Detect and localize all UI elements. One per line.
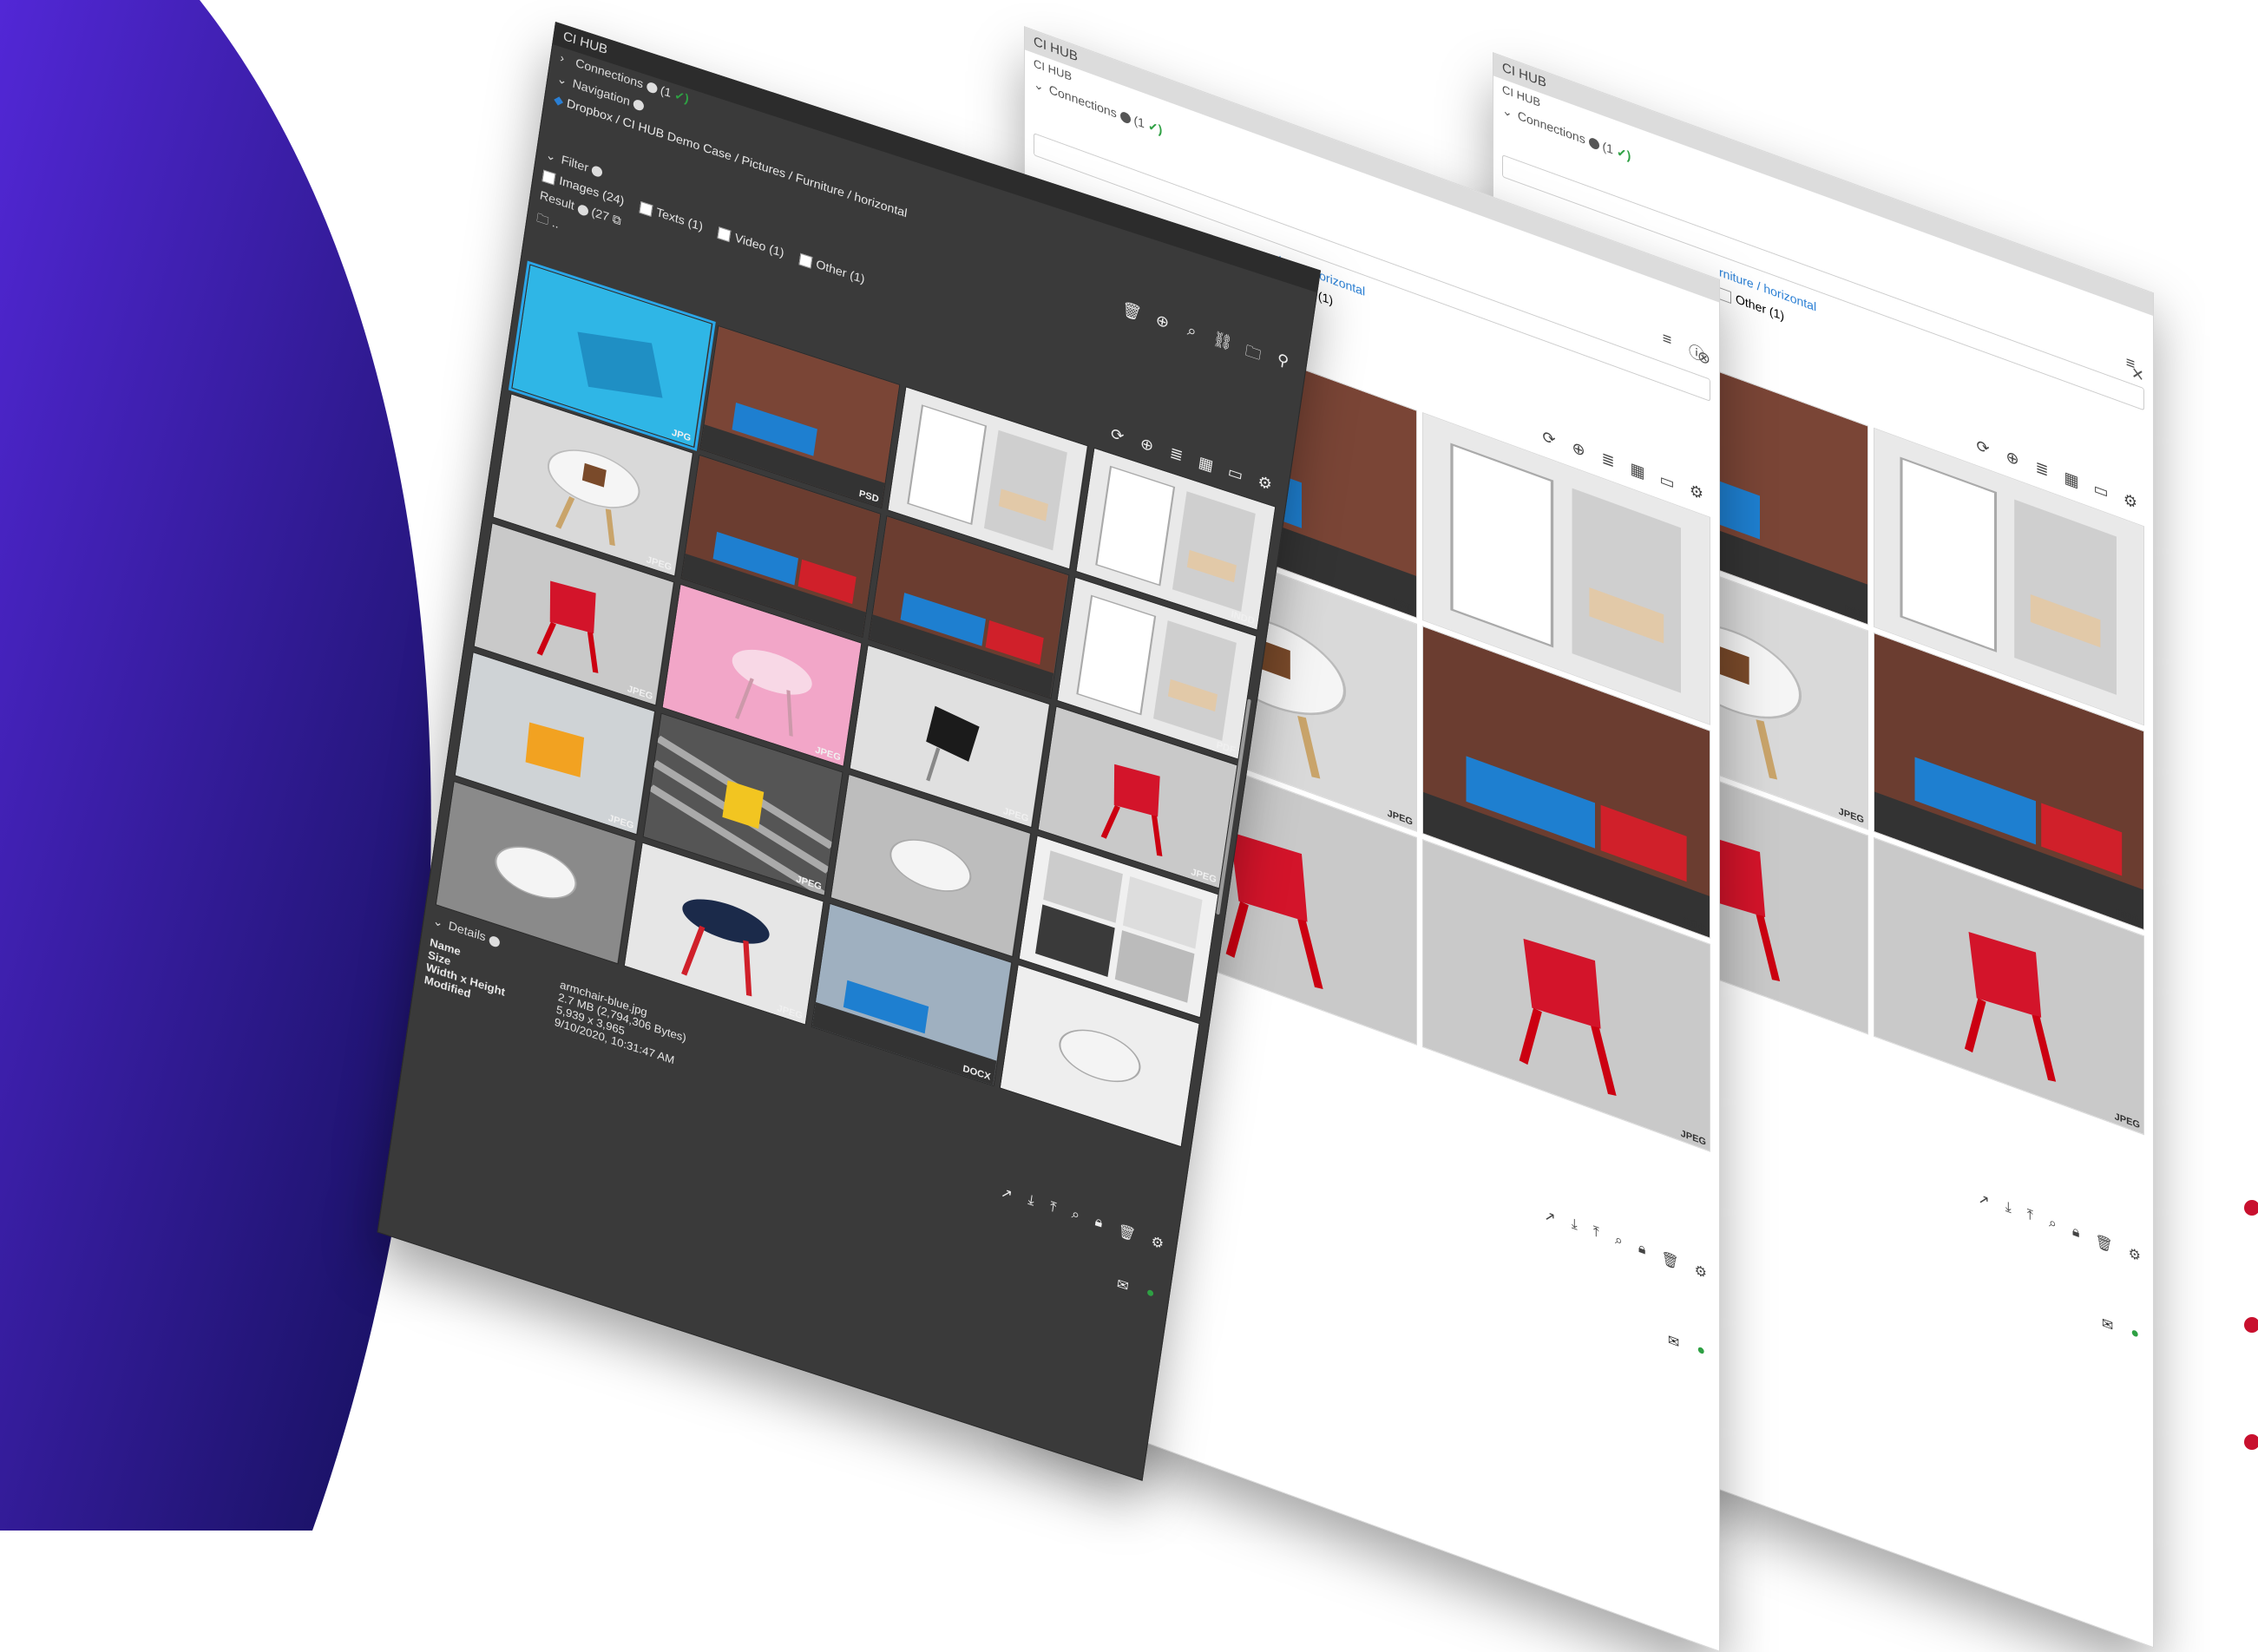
connections-count: (1 [1602, 139, 1613, 157]
user-icon[interactable]: ● [1145, 1285, 1155, 1304]
gear-icon[interactable]: ⚙ [2122, 489, 2139, 514]
mail-icon[interactable]: ✉ [2102, 1314, 2113, 1336]
lock-icon[interactable]: 🔒︎ [2072, 1223, 2080, 1243]
refresh-icon[interactable]: ⟳ [1974, 436, 1992, 460]
upload-icon[interactable]: ⤒ [2027, 1207, 2033, 1227]
mail-icon[interactable]: ✉ [1668, 1331, 1679, 1353]
gear-icon[interactable]: ⚙ [2129, 1244, 2141, 1266]
list-view-icon[interactable]: ≣ [1599, 449, 1617, 473]
info-icon: i [590, 165, 603, 179]
add-icon[interactable]: ⊕ [2004, 447, 2021, 471]
info-icon: i [646, 81, 658, 95]
add-icon[interactable]: ⊕ [1137, 434, 1157, 457]
add-icon[interactable]: ⊕ [1570, 437, 1587, 462]
checkbox[interactable] [798, 253, 813, 269]
upload-icon[interactable]: ⤒ [1048, 1200, 1057, 1218]
folder-icon: 🗀 [535, 210, 550, 228]
checkbox[interactable] [639, 201, 653, 218]
zoom-icon[interactable]: ⌕ [1615, 1232, 1623, 1252]
user-icon[interactable]: ● [1697, 1341, 1705, 1362]
info-icon: i [488, 934, 501, 948]
copy-icon[interactable]: ⧉ [612, 212, 622, 228]
list-view-icon[interactable]: ≣ [2033, 457, 2051, 482]
zoom-icon[interactable]: ⌕ [2049, 1216, 2057, 1236]
info-icon: i [1588, 136, 1599, 151]
lock-icon[interactable]: 🔒︎ [1638, 1241, 1646, 1261]
open-external-icon[interactable]: ↗ [1978, 1190, 1989, 1211]
connections-check: ✓) [1616, 143, 1631, 163]
trash-icon[interactable]: 🗑︎ [2095, 1232, 2112, 1255]
trash-icon[interactable]: 🗑︎ [1119, 300, 1143, 331]
parent-folder-label: .. [551, 215, 561, 232]
checkbox[interactable] [717, 226, 732, 243]
info-icon: i [576, 203, 589, 217]
chevron-down-icon: ⌄ [555, 71, 568, 88]
info-icon: i [1119, 110, 1131, 125]
open-external-icon[interactable]: ↗ [1000, 1183, 1014, 1203]
zoom-icon[interactable]: ⌕ [1070, 1207, 1080, 1226]
dropbox-icon: ◆ [553, 91, 565, 108]
search-icon[interactable]: ⚲ [1272, 350, 1293, 380]
gear-icon[interactable]: ⚙ [1695, 1262, 1707, 1283]
gear-icon[interactable]: ⚙ [1255, 472, 1275, 495]
connections-count: (1 [1133, 113, 1145, 131]
lock-icon[interactable]: 🔒︎ [1093, 1215, 1104, 1234]
gear-icon[interactable]: ⚙ [1150, 1233, 1165, 1254]
card-view-icon[interactable]: ▭ [2092, 479, 2110, 503]
refresh-icon[interactable]: ⟳ [1107, 424, 1127, 448]
zoom-icon[interactable]: ⌕ [1181, 320, 1202, 351]
download-icon[interactable]: ⤓ [1572, 1216, 1578, 1236]
list-view-icon[interactable]: ≣ [1166, 443, 1186, 467]
connections-check: ✓) [673, 87, 690, 106]
close-icon[interactable]: ✕ [2131, 364, 2144, 386]
connections-check: ✓) [1147, 117, 1163, 137]
chevron-right-icon: › [559, 50, 566, 65]
open-external-icon[interactable]: ↗ [1544, 1206, 1555, 1228]
chevron-down-icon: ⌄ [431, 913, 444, 930]
result-count: (27 [590, 205, 610, 225]
connections-count: (1 [659, 82, 673, 101]
gear-icon[interactable]: ⚙ [1688, 481, 1705, 505]
info-icon: i [632, 98, 645, 113]
chevron-down-icon: ⌄ [1502, 102, 1513, 121]
trash-icon[interactable]: 🗑︎ [1117, 1222, 1137, 1244]
chevron-down-icon: ⌄ [544, 147, 557, 164]
card-view-icon[interactable]: ▭ [1225, 462, 1245, 486]
checkbox[interactable] [542, 169, 556, 186]
grid-view-icon[interactable]: ▦ [1196, 453, 1216, 476]
folder-icon[interactable]: 🗀 [1243, 340, 1264, 370]
user-icon[interactable]: ● [2130, 1325, 2139, 1346]
checkbox[interactable] [1719, 287, 1731, 305]
card-view-icon[interactable]: ▭ [1658, 469, 1676, 494]
grid-view-icon[interactable]: ▦ [1629, 459, 1646, 483]
link-icon[interactable]: ⛓ [1211, 330, 1234, 361]
upload-icon[interactable]: ⤒ [1593, 1224, 1599, 1244]
chevron-down-icon: ⌄ [1034, 76, 1044, 95]
download-icon[interactable]: ⤓ [2005, 1199, 2012, 1219]
refresh-icon[interactable]: ⟳ [1540, 427, 1558, 451]
menu-icon[interactable]: ≡ [1658, 327, 1676, 356]
add-icon[interactable]: ⊕ [1152, 311, 1172, 341]
mail-icon[interactable]: ✉ [1116, 1275, 1130, 1295]
grid-view-icon[interactable]: ▦ [2063, 468, 2080, 492]
trash-icon[interactable]: 🗑︎ [1661, 1249, 1678, 1273]
download-icon[interactable]: ⤓ [1027, 1193, 1035, 1211]
